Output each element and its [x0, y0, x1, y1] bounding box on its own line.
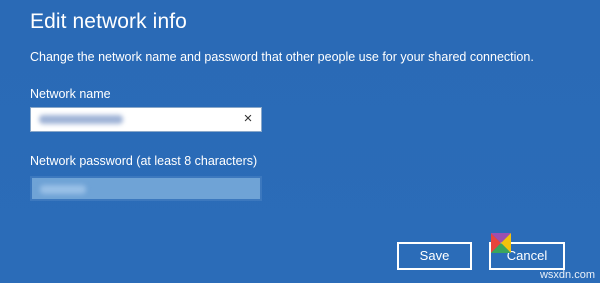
network-name-value-redacted: [39, 115, 123, 124]
wsxdn-logo-icon: [491, 233, 511, 253]
dialog-title: Edit network info: [30, 10, 187, 33]
edit-network-dialog: Edit network info Change the network nam…: [0, 0, 600, 283]
save-button[interactable]: Save: [397, 242, 472, 270]
close-icon[interactable]: ×: [241, 111, 255, 126]
network-password-input[interactable]: [30, 176, 262, 201]
network-password-label: Network password (at least 8 characters): [30, 154, 258, 168]
network-name-input[interactable]: ×: [30, 107, 262, 132]
watermark: wsxdn.com: [539, 269, 595, 281]
network-password-value-redacted: [40, 185, 86, 194]
network-name-label: Network name: [30, 87, 111, 101]
dialog-description: Change the network name and password tha…: [30, 50, 534, 64]
